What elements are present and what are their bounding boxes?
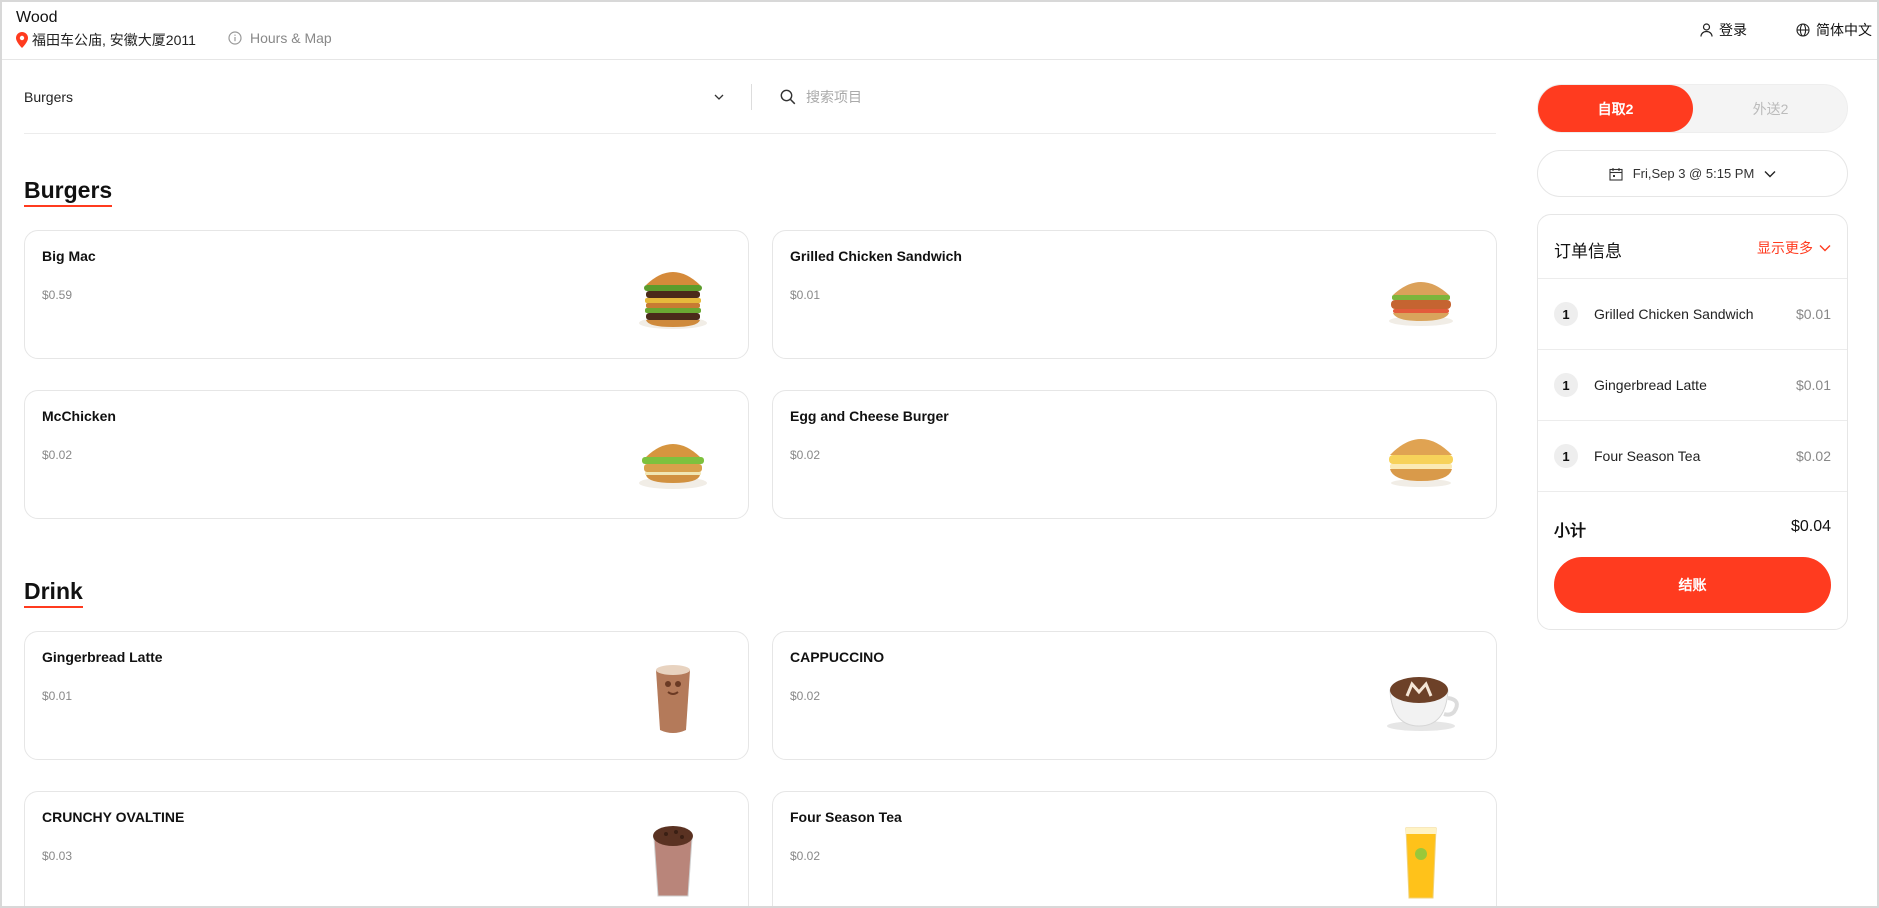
show-more-button[interactable]: 显示更多 — [1757, 238, 1831, 258]
big-mac-icon — [639, 272, 707, 329]
top-header: Wood 福田车公庙, 安徽大厦2011 Hours & Map 登录 简体中文 — [2, 2, 1877, 60]
order-line-item: 1 Four Season Tea $0.02 — [1538, 421, 1847, 492]
item-price: $0.01 — [42, 689, 73, 703]
info-icon — [228, 31, 242, 45]
tea-glass-icon — [1405, 827, 1437, 899]
menu-item-card[interactable]: Gingerbread Latte $0.01 — [24, 631, 749, 760]
menu-item-card[interactable]: McChicken $0.02 — [24, 390, 749, 519]
category-dropdown[interactable]: Burgers — [24, 76, 730, 118]
item-name: Four Season Tea — [790, 809, 902, 825]
order-summary-header: 订单信息 显示更多 — [1538, 215, 1847, 279]
hours-map-link[interactable]: Hours & Map — [228, 30, 332, 46]
show-more-label: 显示更多 — [1757, 240, 1813, 256]
search-box — [780, 76, 1106, 118]
filter-divider — [751, 84, 752, 110]
item-name: Big Mac — [42, 248, 96, 264]
order-mode-toggle: 自取2 外送2 — [1537, 84, 1848, 133]
subtotal-value: $0.04 — [1790, 518, 1831, 535]
pickup-time-selector[interactable]: Fri,Sep 3 @ 5:15 PM — [1537, 150, 1848, 197]
menu-item-card[interactable]: CAPPUCCINO $0.02 — [772, 631, 1497, 760]
chevron-down-icon — [1764, 170, 1776, 177]
chevron-down-icon — [714, 94, 724, 100]
order-item-name: Four Season Tea — [1594, 448, 1701, 464]
language-selector[interactable]: 简体中文 — [1796, 20, 1872, 40]
subtotal-label: 小计 — [1554, 523, 1587, 540]
store-address-text: 福田车公庙, 安徽大厦2011 — [32, 32, 196, 48]
item-price: $0.02 — [790, 448, 821, 462]
delivery-tab[interactable]: 外送2 — [1693, 85, 1848, 132]
store-address: 福田车公庙, 安徽大厦2011 — [16, 30, 196, 50]
menu-item-card[interactable]: Egg and Cheese Burger $0.02 — [772, 390, 1497, 519]
order-line-item: 1 Grilled Chicken Sandwich $0.01 — [1538, 279, 1847, 350]
checkout-button[interactable]: 结账 — [1554, 557, 1831, 613]
chevron-down-icon — [1819, 245, 1831, 252]
calendar-icon — [1609, 167, 1623, 181]
chicken-sandwich-icon — [1389, 282, 1453, 326]
ovaltine-glass-icon — [653, 826, 693, 897]
order-item-price: $0.02 — [1795, 448, 1831, 464]
item-name: Grilled Chicken Sandwich — [790, 248, 962, 264]
section-title-burgers: Burgers — [24, 177, 113, 208]
item-name: CAPPUCCINO — [790, 649, 885, 665]
item-price: $0.59 — [42, 288, 73, 302]
menu-item-card[interactable]: Grilled Chicken Sandwich $0.01 — [772, 230, 1497, 359]
item-name: Gingerbread Latte — [42, 649, 163, 665]
order-summary: 订单信息 显示更多 1 Grilled Chicken Sandwich $0.… — [1537, 214, 1848, 630]
item-price: $0.01 — [790, 288, 821, 302]
item-name: CRUNCHY OVALTINE — [42, 809, 185, 825]
order-title: 订单信息 — [1554, 242, 1622, 261]
pickup-time-text: Fri,Sep 3 @ 5:15 PM — [1632, 166, 1755, 181]
section-title-drink: Drink — [24, 578, 83, 609]
search-input[interactable] — [806, 89, 1106, 105]
store-name: Wood — [16, 9, 58, 26]
hours-map-label: Hours & Map — [250, 30, 332, 46]
order-item-price: $0.01 — [1795, 306, 1831, 322]
item-name: Egg and Cheese Burger — [790, 408, 949, 424]
user-icon — [1700, 23, 1713, 37]
login-button[interactable]: 登录 — [1700, 20, 1747, 40]
filter-bar: Burgers — [24, 76, 1496, 134]
globe-icon — [1796, 23, 1810, 37]
order-item-name: Gingerbread Latte — [1594, 377, 1707, 393]
search-icon — [780, 89, 796, 105]
item-price: $0.03 — [42, 849, 73, 863]
mcchicken-icon — [639, 444, 707, 489]
quantity-badge: 1 — [1554, 373, 1578, 397]
language-label: 简体中文 — [1816, 22, 1872, 38]
login-label: 登录 — [1719, 22, 1747, 38]
order-item-name: Grilled Chicken Sandwich — [1594, 306, 1754, 322]
quantity-badge: 1 — [1554, 302, 1578, 326]
location-pin-icon — [16, 32, 28, 48]
item-price: $0.02 — [42, 448, 73, 462]
order-item-price: $0.01 — [1795, 377, 1831, 393]
item-name: McChicken — [42, 408, 116, 424]
quantity-badge: 1 — [1554, 444, 1578, 468]
egg-cheese-burger-icon — [1389, 439, 1453, 487]
pickup-tab[interactable]: 自取2 — [1538, 85, 1693, 132]
app-window: Wood 福田车公庙, 安徽大厦2011 Hours & Map 登录 简体中文… — [0, 0, 1879, 908]
cappuccino-cup-icon — [1387, 677, 1459, 731]
latte-glass-icon — [656, 665, 690, 733]
menu-item-card[interactable]: Four Season Tea $0.02 — [772, 791, 1497, 906]
menu-item-card[interactable]: Big Mac $0.59 — [24, 230, 749, 359]
order-line-item: 1 Gingerbread Latte $0.01 — [1538, 350, 1847, 421]
category-selected: Burgers — [24, 89, 74, 105]
item-price: $0.02 — [790, 849, 821, 863]
menu-item-card[interactable]: CRUNCHY OVALTINE $0.03 — [24, 791, 749, 906]
item-price: $0.02 — [790, 689, 821, 703]
